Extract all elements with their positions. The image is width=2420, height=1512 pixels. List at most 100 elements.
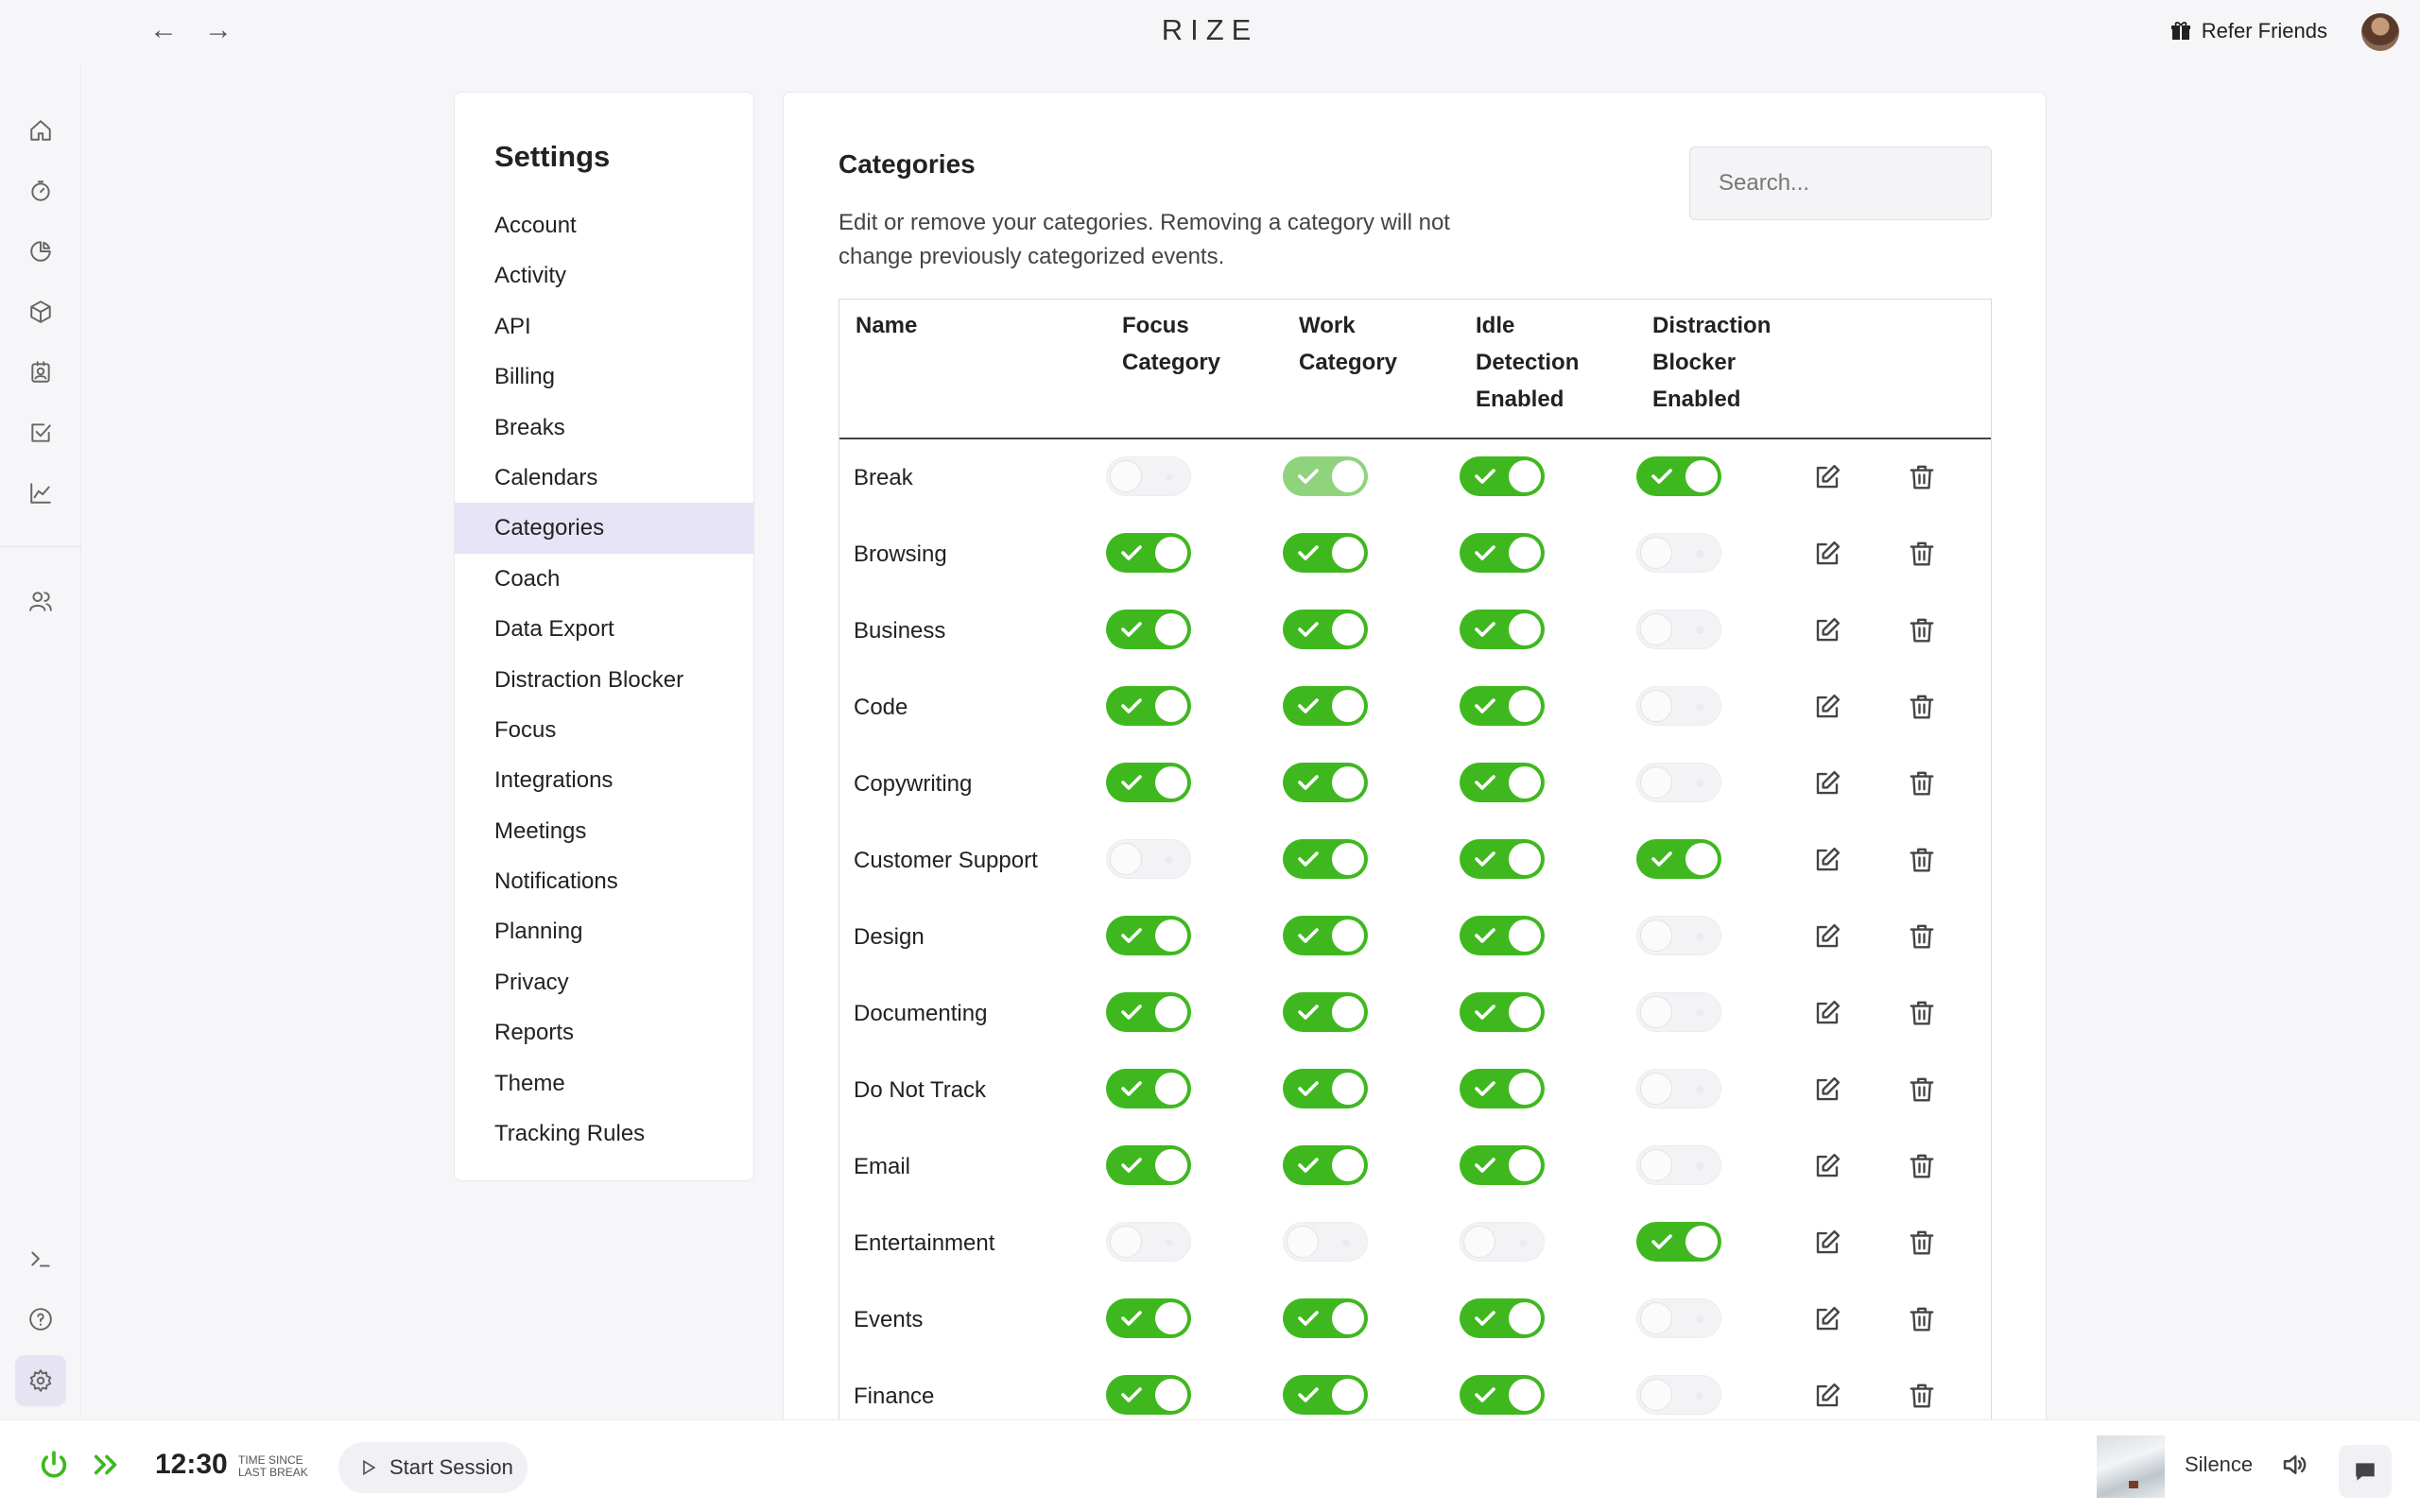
avatar[interactable] [2361, 13, 2399, 51]
work-toggle[interactable] [1283, 456, 1368, 496]
work-toggle[interactable] [1283, 763, 1368, 802]
focus-toggle[interactable] [1106, 839, 1191, 879]
distraction-toggle[interactable] [1636, 763, 1721, 802]
distraction-toggle[interactable] [1636, 1298, 1721, 1338]
pie-chart-icon[interactable] [22, 232, 60, 270]
start-session-button[interactable]: Start Session [338, 1442, 527, 1493]
focus-toggle[interactable] [1106, 686, 1191, 726]
trash-icon[interactable] [1908, 846, 1936, 874]
edit-icon[interactable] [1813, 1075, 1841, 1104]
settings-item-planning[interactable]: Planning [455, 906, 753, 956]
trash-icon[interactable] [1908, 1152, 1936, 1180]
line-chart-icon[interactable] [22, 474, 60, 512]
trash-icon[interactable] [1908, 1305, 1936, 1333]
idle-toggle[interactable] [1460, 916, 1545, 955]
work-toggle[interactable] [1283, 533, 1368, 573]
settings-item-breaks[interactable]: Breaks [455, 403, 753, 453]
idle-toggle[interactable] [1460, 1069, 1545, 1108]
trash-icon[interactable] [1908, 1075, 1936, 1104]
trash-icon[interactable] [1908, 693, 1936, 721]
settings-item-billing[interactable]: Billing [455, 352, 753, 402]
trash-icon[interactable] [1908, 1228, 1936, 1257]
volume-icon[interactable] [2280, 1451, 2308, 1479]
idle-toggle[interactable] [1460, 992, 1545, 1032]
idle-toggle[interactable] [1460, 1145, 1545, 1185]
distraction-toggle[interactable] [1636, 992, 1721, 1032]
work-toggle[interactable] [1283, 686, 1368, 726]
idle-toggle[interactable] [1460, 839, 1545, 879]
refer-friends-button[interactable]: Refer Friends [2169, 19, 2327, 43]
settings-item-data-export[interactable]: Data Export [455, 604, 753, 654]
chat-button[interactable] [2339, 1445, 2392, 1498]
focus-toggle[interactable] [1106, 992, 1191, 1032]
edit-icon[interactable] [1813, 540, 1841, 568]
settings-item-integrations[interactable]: Integrations [455, 755, 753, 805]
focus-toggle[interactable] [1106, 763, 1191, 802]
users-icon[interactable] [22, 582, 60, 620]
focus-toggle[interactable] [1106, 1375, 1191, 1415]
settings-item-distraction-blocker[interactable]: Distraction Blocker [455, 655, 753, 705]
distraction-toggle[interactable] [1636, 1375, 1721, 1415]
edit-icon[interactable] [1813, 999, 1841, 1027]
focus-toggle[interactable] [1106, 916, 1191, 955]
settings-item-theme[interactable]: Theme [455, 1058, 753, 1108]
trash-icon[interactable] [1908, 999, 1936, 1027]
edit-icon[interactable] [1813, 922, 1841, 951]
distraction-toggle[interactable] [1636, 839, 1721, 879]
contact-icon[interactable] [22, 353, 60, 391]
settings-item-focus[interactable]: Focus [455, 705, 753, 755]
edit-icon[interactable] [1813, 1152, 1841, 1180]
soundscape-thumbnail[interactable] [2097, 1435, 2165, 1498]
idle-toggle[interactable] [1460, 1375, 1545, 1415]
focus-toggle[interactable] [1106, 1298, 1191, 1338]
work-toggle[interactable] [1283, 1298, 1368, 1338]
idle-toggle[interactable] [1460, 610, 1545, 649]
focus-toggle[interactable] [1106, 456, 1191, 496]
edit-icon[interactable] [1813, 769, 1841, 798]
focus-toggle[interactable] [1106, 610, 1191, 649]
distraction-toggle[interactable] [1636, 916, 1721, 955]
settings-item-categories[interactable]: Categories [455, 503, 753, 554]
trash-icon[interactable] [1908, 769, 1936, 798]
checkbox-icon[interactable] [22, 414, 60, 452]
terminal-icon[interactable] [22, 1240, 60, 1278]
trash-icon[interactable] [1908, 540, 1936, 568]
focus-toggle[interactable] [1106, 533, 1191, 573]
settings-item-notifications[interactable]: Notifications [455, 856, 753, 906]
distraction-toggle[interactable] [1636, 1222, 1721, 1262]
distraction-toggle[interactable] [1636, 610, 1721, 649]
work-toggle[interactable] [1283, 839, 1368, 879]
home-icon[interactable] [22, 112, 60, 149]
power-icon[interactable] [38, 1449, 70, 1481]
edit-icon[interactable] [1813, 1305, 1841, 1333]
trash-icon[interactable] [1908, 616, 1936, 644]
work-toggle[interactable] [1283, 1375, 1368, 1415]
work-toggle[interactable] [1283, 1222, 1368, 1262]
work-toggle[interactable] [1283, 1145, 1368, 1185]
distraction-toggle[interactable] [1636, 1069, 1721, 1108]
search-input[interactable] [1689, 146, 1992, 220]
settings-item-calendars[interactable]: Calendars [455, 453, 753, 503]
work-toggle[interactable] [1283, 610, 1368, 649]
trash-icon[interactable] [1908, 463, 1936, 491]
work-toggle[interactable] [1283, 1069, 1368, 1108]
edit-icon[interactable] [1813, 1228, 1841, 1257]
distraction-toggle[interactable] [1636, 533, 1721, 573]
distraction-toggle[interactable] [1636, 1145, 1721, 1185]
fast-forward-icon[interactable] [91, 1449, 123, 1481]
distraction-toggle[interactable] [1636, 686, 1721, 726]
edit-icon[interactable] [1813, 846, 1841, 874]
edit-icon[interactable] [1813, 463, 1841, 491]
settings-item-api[interactable]: API [455, 301, 753, 352]
idle-toggle[interactable] [1460, 1222, 1545, 1262]
work-toggle[interactable] [1283, 992, 1368, 1032]
settings-item-tracking-rules[interactable]: Tracking Rules [455, 1108, 753, 1159]
settings-item-meetings[interactable]: Meetings [455, 806, 753, 856]
settings-item-privacy[interactable]: Privacy [455, 957, 753, 1007]
focus-toggle[interactable] [1106, 1222, 1191, 1262]
settings-item-activity[interactable]: Activity [455, 250, 753, 301]
idle-toggle[interactable] [1460, 763, 1545, 802]
cube-icon[interactable] [22, 293, 60, 331]
idle-toggle[interactable] [1460, 1298, 1545, 1338]
idle-toggle[interactable] [1460, 456, 1545, 496]
